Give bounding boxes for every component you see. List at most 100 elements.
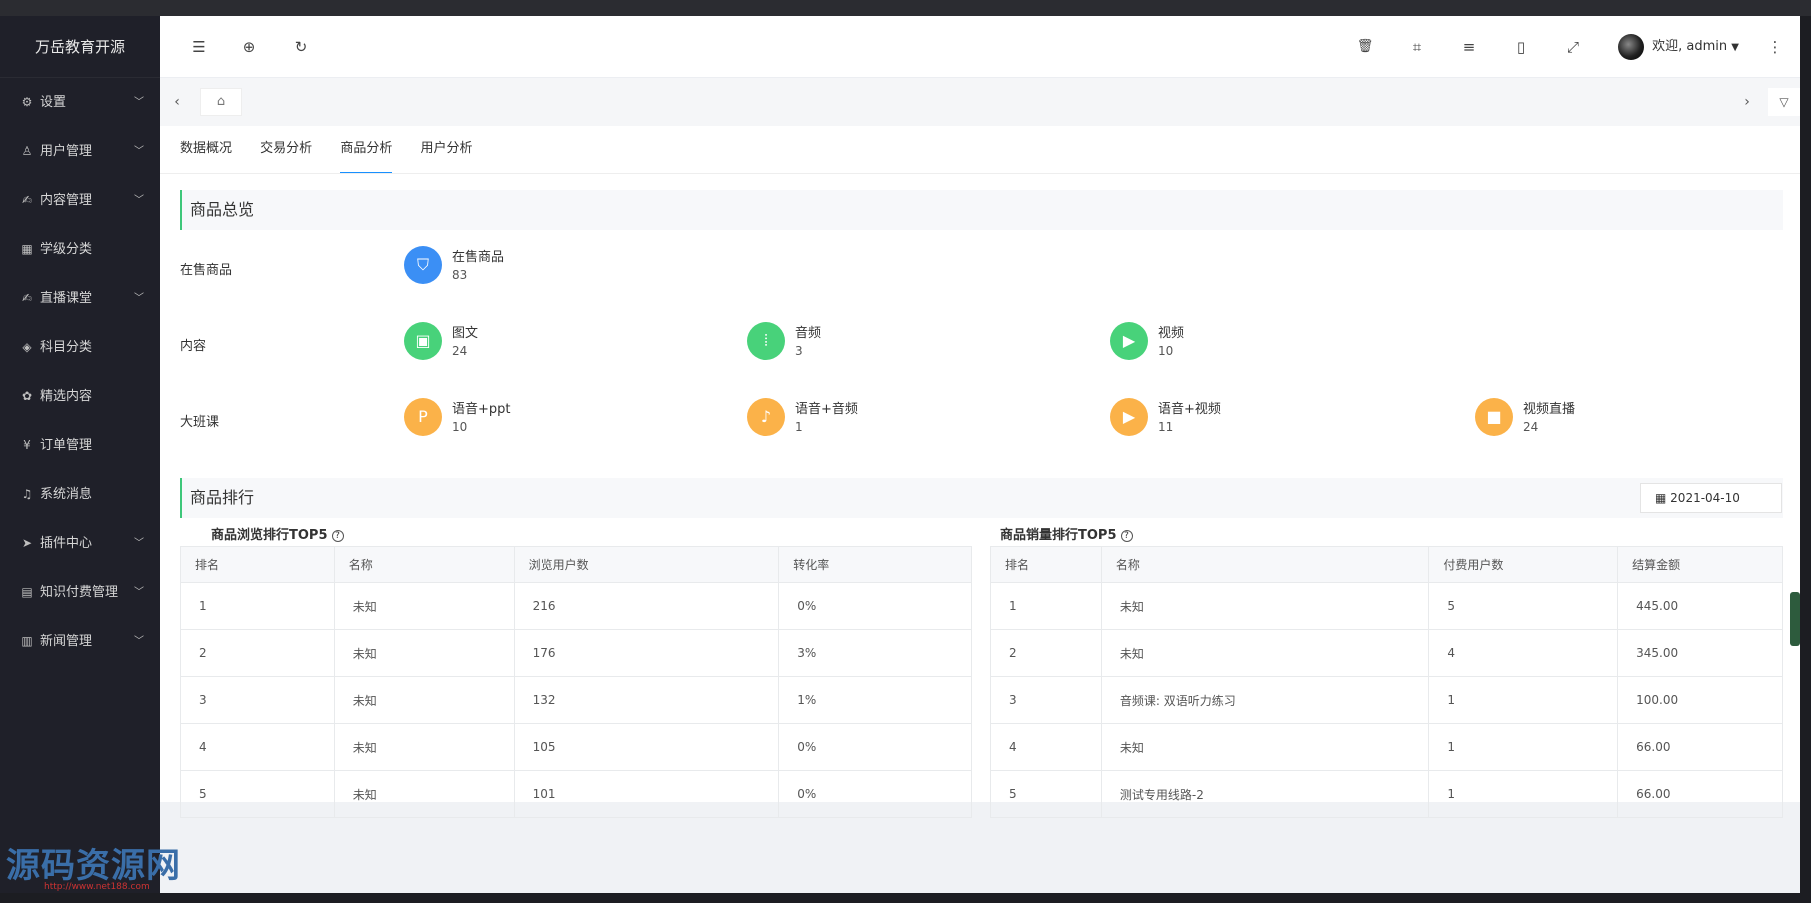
table-cell: 未知 — [333, 723, 515, 771]
chevron-down-icon: ▽ — [1779, 95, 1789, 109]
table-cell: 176 — [513, 629, 780, 677]
table-cell: 1 — [180, 582, 335, 630]
help-icon[interactable]: ? — [331, 530, 344, 542]
tab-trade-analysis[interactable]: 交易分析 — [260, 126, 312, 174]
table-cell: 未知 — [333, 582, 515, 630]
table-cell: 66.00 — [1617, 770, 1783, 818]
table-cell: 100.00 — [1617, 676, 1783, 724]
table-cell: 1% — [778, 676, 972, 724]
trash-icon[interactable]: 🗑 — [1354, 36, 1376, 58]
fullscreen-icon[interactable]: ⤢ — [1562, 36, 1584, 58]
sidebar-item-3[interactable]: ▦ 学级分类 — [0, 225, 160, 274]
chevron-down-icon: ﹀ — [134, 587, 144, 598]
table-cell: 216 — [513, 582, 780, 630]
image-icon: ▣ — [404, 322, 442, 360]
sidebar-item-icon: ▦ — [21, 242, 33, 256]
sidebar-item-label: 用户管理 — [40, 144, 93, 159]
table-cell: 2 — [180, 629, 335, 677]
tab-product-analysis[interactable]: 商品分析 — [340, 126, 393, 174]
tags-scroll-left-icon[interactable]: ‹ — [166, 91, 188, 113]
sidebar-item-1[interactable]: ♙ 用户管理 ﹀ — [0, 127, 160, 176]
sidebar-item-icon: ✿ — [21, 389, 33, 403]
table-cell: 445.00 — [1617, 582, 1783, 630]
sidebar-item-icon: ◈ — [22, 340, 32, 354]
sidebar-item-label: 精选内容 — [40, 389, 93, 404]
row-label-on-sale: 在售商品 — [180, 263, 233, 278]
table-cell: 5 — [990, 770, 1102, 818]
more-vertical-icon[interactable]: ⋮ — [1764, 36, 1786, 58]
table-cell: 4 — [1428, 629, 1619, 677]
content-panel: 数据概况 交易分析 商品分析 用户分析 商品总览 在售商品 内容 大班课 ⛉ 在… — [160, 126, 1800, 818]
table-cell: 未知 — [333, 676, 515, 724]
date-picker[interactable]: ▦ 2021-04-10 — [1640, 483, 1782, 513]
sidebar-item-7[interactable]: ¥ 订单管理 — [0, 421, 160, 470]
play-icon: ▶ — [1110, 322, 1148, 360]
sidebar-item-label: 学级分类 — [40, 242, 93, 257]
side-scroll-handle[interactable] — [1790, 592, 1800, 646]
sidebar-item-icon: ♫ — [21, 487, 33, 501]
sidebar-item-6[interactable]: ✿ 精选内容 — [0, 372, 160, 421]
sidebar-item-icon: ⚙ — [21, 95, 33, 109]
sidebar-item-icon: ▤ — [21, 585, 33, 599]
table-cell: 1 — [1428, 723, 1619, 771]
sidebar-item-label: 订单管理 — [40, 438, 93, 453]
sidebar-item-icon: ✍ — [21, 291, 33, 305]
table-cell: 345.00 — [1617, 629, 1783, 677]
tags-menu-dropdown[interactable]: ▽ — [1768, 88, 1800, 116]
sidebar-item-icon: ♙ — [21, 144, 33, 158]
table-row: 5 测试专用线路-2 1 66.00 — [990, 770, 1783, 818]
crop-icon[interactable]: ⌗ — [1406, 36, 1428, 58]
avatar — [1618, 33, 1644, 60]
sidebar-item-8[interactable]: ♫ 系统消息 — [0, 470, 160, 519]
row-label-big-class: 大班课 — [180, 415, 220, 430]
microphone-icon: ♪ — [747, 398, 785, 436]
date-value: 2021-04-10 — [1670, 491, 1740, 505]
sidebar-item-2[interactable]: ✍ 内容管理 ﹀ — [0, 176, 160, 225]
sidebar: 万岳教育开源 ⚙ 设置 ﹀ ♙ 用户管理 ﹀ ✍ 内容管理 ﹀ ▦ 学级分类 ✍ 直播课堂 ﹀ ◈ 科目分类 ✿… — [0, 16, 160, 893]
sidebar-item-icon: ✍ — [21, 193, 33, 207]
sidebar-item-4[interactable]: ✍ 直播课堂 ﹀ — [0, 274, 160, 323]
tag-icon: ⛉ — [404, 246, 442, 284]
sidebar-item-10[interactable]: ▤ 知识付费管理 ﹀ — [0, 568, 160, 617]
section-title-overview: 商品总览 — [180, 190, 1783, 230]
table-row: 4 未知 105 0% — [180, 723, 972, 771]
sales-ranking-title: 商品销量排行TOP5? — [1000, 524, 1133, 543]
user-greeting: 欢迎, admin — [1652, 39, 1728, 54]
sidebar-item-icon: ▥ — [21, 634, 33, 648]
chevron-down-icon: ﹀ — [134, 293, 144, 304]
watermark-url: http://www.net188.com — [44, 882, 150, 892]
menu-collapse-icon[interactable]: ☰ — [188, 36, 210, 58]
document-icon[interactable]: ▯ — [1510, 36, 1532, 58]
table-cell: 未知 — [333, 629, 515, 677]
table-cell: 101 — [513, 770, 780, 818]
camera-icon: ■ — [1475, 398, 1513, 436]
ppt-icon: P — [404, 398, 442, 436]
table-cell: 测试专用线路-2 — [1100, 770, 1430, 818]
align-icon[interactable]: ≡ — [1458, 36, 1480, 58]
table-cell: 5 — [180, 770, 335, 818]
sidebar-item-11[interactable]: ▥ 新闻管理 ﹀ — [0, 617, 160, 666]
tab-overview[interactable]: 数据概况 — [180, 126, 232, 174]
browser-top-strip — [0, 0, 1811, 16]
table-cell: 未知 — [1100, 582, 1430, 630]
refresh-icon[interactable]: ↻ — [290, 36, 312, 58]
tags-scroll-right-icon[interactable]: › — [1736, 91, 1758, 113]
table-cell: 66.00 — [1617, 723, 1783, 771]
user-dropdown[interactable]: 欢迎, admin ▼ — [1618, 32, 1739, 62]
sidebar-item-label: 设置 — [40, 95, 67, 110]
home-tag[interactable]: ⌂ — [200, 88, 242, 116]
play-icon: ▶ — [1110, 398, 1148, 436]
sidebar-item-label: 知识付费管理 — [40, 585, 119, 600]
help-icon[interactable]: ? — [1120, 530, 1133, 542]
sidebar-item-0[interactable]: ⚙ 设置 ﹀ — [0, 78, 160, 127]
globe-icon[interactable]: ⊕ — [238, 36, 260, 58]
table-cell: 未知 — [1100, 723, 1430, 771]
home-icon: ⌂ — [216, 94, 226, 109]
sidebar-item-5[interactable]: ◈ 科目分类 — [0, 323, 160, 372]
sidebar-item-9[interactable]: ➤ 插件中心 ﹀ — [0, 519, 160, 568]
top-header: ☰ ⊕ ↻ 🗑 ⌗ ≡ ▯ ⤢ 欢迎, admin ▼ ⋮ — [160, 16, 1800, 78]
chevron-down-icon: ﹀ — [134, 195, 144, 206]
tab-user-analysis[interactable]: 用户分析 — [420, 126, 472, 174]
table-row: 2 未知 4 345.00 — [990, 629, 1783, 677]
table-row: 2 未知 176 3% — [180, 629, 972, 677]
